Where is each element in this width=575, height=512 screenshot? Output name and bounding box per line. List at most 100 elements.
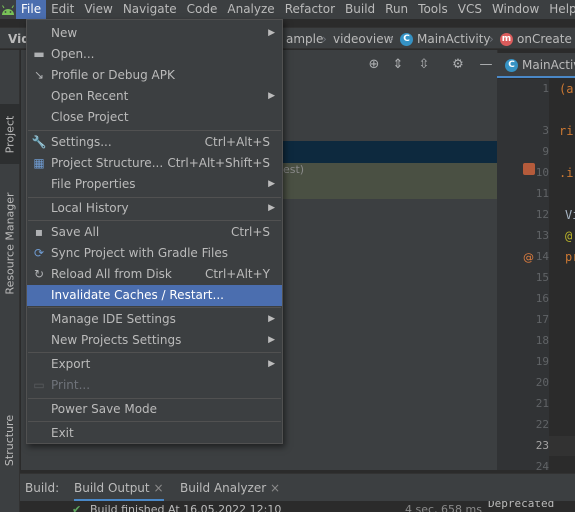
reload-icon: ↻: [33, 267, 45, 281]
line-number-current: 23: [535, 439, 549, 452]
build-output-label: Build Output: [74, 481, 150, 495]
project-tree-selected-row[interactable]: [283, 141, 497, 163]
tab-build-output[interactable]: Build Output ×: [74, 474, 164, 502]
menu-item-save-all[interactable]: ▪ Save All Ctrl+S: [27, 222, 282, 243]
menu-item-label: Exit: [51, 426, 74, 440]
menu-item-new[interactable]: New ▶: [27, 23, 282, 44]
menu-item-exit[interactable]: Exit: [27, 423, 282, 444]
menu-separator: [28, 352, 281, 353]
menu-item-open[interactable]: ▬ Open...: [27, 44, 282, 65]
locate-target-icon[interactable]: ⊕: [367, 58, 381, 72]
menu-item-label: Local History: [51, 201, 129, 215]
menu-item-manage-ide-settings[interactable]: Manage IDE Settings ▶: [27, 309, 282, 330]
class-icon: C: [400, 33, 413, 46]
menu-item-open-recent[interactable]: Open Recent ▶: [27, 86, 282, 107]
menu-shortcut: Ctrl+S: [230, 225, 270, 239]
build-tool-window-header: Build: Build Output × Build Analyzer ×: [20, 473, 575, 502]
project-tree-row[interactable]: est): [283, 163, 497, 199]
crumb-separator-icon: ›: [322, 32, 327, 46]
menu-window[interactable]: Window: [487, 0, 544, 19]
submenu-arrow-icon: ▶: [268, 179, 275, 189]
menu-item-power-save-mode[interactable]: Power Save Mode: [27, 399, 282, 420]
profile-apk-icon: ↘: [33, 68, 45, 82]
gutter-marker-icon[interactable]: [523, 163, 535, 175]
menu-item-reload-from-disk[interactable]: ↻ Reload All from Disk Ctrl+Alt+Y: [27, 264, 282, 285]
submenu-arrow-icon: ▶: [268, 203, 275, 213]
menu-shortcut: Ctrl+Alt+S: [204, 135, 270, 149]
folder-icon: ▬: [33, 47, 45, 61]
class-icon: C: [505, 59, 518, 72]
menu-item-profile-apk[interactable]: ↘ Profile or Debug APK: [27, 65, 282, 86]
android-studio-logo-icon: [0, 0, 16, 19]
menu-item-label: File Properties: [51, 177, 136, 191]
success-check-icon: ✔: [72, 503, 82, 512]
print-icon: ▭: [33, 378, 45, 392]
expand-all-icon[interactable]: ⇕: [391, 58, 405, 72]
menu-item-new-projects-settings[interactable]: New Projects Settings ▶: [27, 330, 282, 351]
menu-build[interactable]: Build: [340, 0, 380, 19]
menu-tools[interactable]: Tools: [413, 0, 453, 19]
crumb-method[interactable]: m onCreate: [500, 28, 572, 50]
menu-refactor[interactable]: Refactor: [280, 0, 340, 19]
crumb-module[interactable]: videoview: [333, 28, 393, 50]
menu-item-label: Close Project: [51, 110, 129, 124]
menu-item-label: Power Save Mode: [51, 402, 158, 416]
collapse-all-icon[interactable]: ⇳: [417, 58, 431, 72]
hide-panel-icon[interactable]: —: [479, 58, 493, 72]
menu-item-label: Open Recent: [51, 89, 129, 103]
menu-file[interactable]: File: [16, 0, 47, 19]
submenu-arrow-icon: ▶: [268, 359, 275, 369]
crumb-class[interactable]: C MainActivity: [400, 28, 491, 50]
menu-code[interactable]: Code: [182, 0, 223, 19]
override-marker-icon[interactable]: @: [523, 251, 534, 264]
close-icon[interactable]: ×: [153, 481, 163, 495]
tab-build-analyzer[interactable]: Build Analyzer ×: [180, 474, 280, 502]
menu-item-label: Save All: [51, 225, 100, 239]
resource-manager-tab-label: Resource Manager: [3, 191, 17, 295]
gear-icon[interactable]: ⚙: [451, 58, 465, 72]
build-output-line: ✔ Build finished At 16.05.2022 12:10 4 s…: [20, 501, 575, 512]
project-tool-tab[interactable]: Project: [0, 104, 20, 164]
close-icon[interactable]: ×: [270, 481, 280, 495]
menu-item-project-structure[interactable]: ▦ Project Structure... Ctrl+Alt+Shift+S: [27, 153, 282, 174]
menu-view[interactable]: View: [79, 0, 117, 19]
menu-item-export[interactable]: Export ▶: [27, 354, 282, 375]
project-tool-tab-label: Project: [3, 115, 17, 153]
menu-item-local-history[interactable]: Local History ▶: [27, 198, 282, 219]
line-number: 21: [535, 397, 549, 410]
menu-edit[interactable]: Edit: [46, 0, 79, 19]
submenu-arrow-icon: ▶: [268, 28, 275, 38]
current-line-highlight: [549, 436, 575, 456]
menu-analyze[interactable]: Analyze: [222, 0, 279, 19]
main-menu-bar: File Edit View Navigate Code Analyze Ref…: [0, 0, 575, 19]
crumb-package[interactable]: ample: [286, 28, 323, 50]
editor-gutter: 1 3 9 10 11 12 13 14 15 16 17 18 19 20 2…: [497, 79, 549, 473]
menu-item-close-project[interactable]: Close Project: [27, 107, 282, 128]
editor-tab-mainactivity[interactable]: C MainActivi: [497, 53, 575, 78]
crumb-class-label: MainActivity: [417, 32, 491, 46]
menu-run[interactable]: Run: [380, 0, 413, 19]
code-fragment: pr: [565, 250, 575, 264]
build-analyzer-label: Build Analyzer: [180, 481, 267, 495]
menu-item-file-properties[interactable]: File Properties ▶: [27, 174, 282, 195]
menu-item-sync-gradle[interactable]: ⟳ Sync Project with Gradle Files: [27, 243, 282, 264]
line-number: 20: [535, 376, 549, 389]
resource-manager-tool-tab[interactable]: Resource Manager: [0, 178, 20, 308]
menu-item-label: Print...: [51, 378, 91, 392]
method-icon: m: [500, 33, 513, 46]
line-number: 15: [535, 271, 549, 284]
menu-item-label: Sync Project with Gradle Files: [51, 246, 228, 260]
structure-tool-tab[interactable]: Structure: [0, 400, 20, 480]
menu-item-invalidate-caches[interactable]: Invalidate Caches / Restart...: [27, 285, 282, 306]
menu-separator: [28, 220, 281, 221]
submenu-arrow-icon: ▶: [268, 314, 275, 324]
menu-help[interactable]: Help: [544, 0, 575, 19]
menu-item-label: Settings...: [51, 135, 112, 149]
menu-item-settings[interactable]: 🔧 Settings... Ctrl+Alt+S: [27, 132, 282, 153]
editor-tab-label: MainActivi: [522, 58, 575, 72]
crumb-method-label: onCreate: [517, 32, 572, 46]
menu-shortcut: Ctrl+Alt+Shift+S: [167, 156, 270, 170]
crumb-separator-icon: ›: [389, 32, 394, 46]
menu-navigate[interactable]: Navigate: [118, 0, 182, 19]
menu-vcs[interactable]: VCS: [453, 0, 487, 19]
